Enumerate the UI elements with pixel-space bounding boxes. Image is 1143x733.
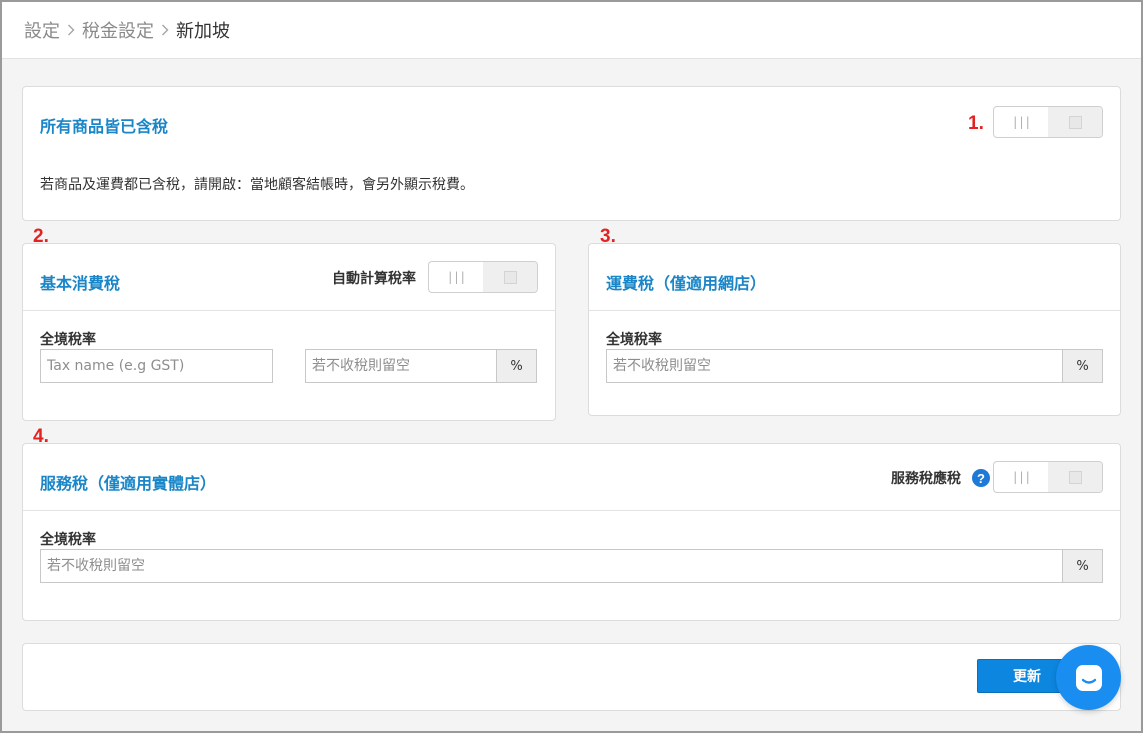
marker-1: 1. (968, 113, 984, 134)
breadcrumb-tax-settings[interactable]: 稅金設定 (82, 17, 154, 43)
card-divider (23, 310, 555, 311)
help-icon[interactable]: ? (972, 469, 990, 487)
auto-calc-label: 自動計算稅率 (332, 271, 416, 287)
chevron-right-icon (67, 24, 75, 36)
toggle-off-icon (503, 270, 517, 284)
card-divider (23, 510, 1120, 511)
tax-name-input[interactable] (40, 349, 273, 383)
toggle-off-icon (1068, 115, 1082, 129)
tax-included-toggle[interactable]: ||| (993, 106, 1103, 138)
basic-rate-label: 全境稅率 (40, 332, 96, 348)
service-rate-label: 全境稅率 (40, 532, 96, 548)
service-tax-title: 服務稅（僅適用實體店） (40, 474, 217, 493)
footer-card (22, 643, 1121, 711)
tax-included-title: 所有商品皆已含稅 (40, 117, 169, 136)
service-taxable-label: 服務稅應稅 (891, 471, 961, 487)
toggle-on-side: ||| (994, 462, 1048, 492)
percent-addon: % (496, 349, 537, 383)
toggle-off-side (483, 262, 537, 292)
auto-calc-toggle[interactable]: ||| (428, 261, 538, 293)
toggle-on-icon: ||| (1011, 115, 1032, 129)
basic-rate-input[interactable] (305, 349, 497, 383)
toggle-on-side: ||| (994, 107, 1048, 137)
toggle-off-side (1048, 107, 1102, 137)
percent-addon: % (1062, 549, 1103, 583)
service-rate-input[interactable] (40, 549, 1063, 583)
toggle-off-side (1048, 462, 1102, 492)
shipping-tax-card: 運費稅（僅適用網店） 全境稅率 % (588, 243, 1121, 416)
shipping-rate-input[interactable] (606, 349, 1063, 383)
shipping-rate-label: 全境稅率 (606, 332, 662, 348)
app-frame: 設定 稅金設定 新加坡 所有商品皆已含稅 1. ||| 若商品及運費都已含稅，請… (0, 0, 1143, 733)
shipping-tax-title: 運費稅（僅適用網店） (606, 274, 767, 293)
chat-launcher-button[interactable] (1056, 645, 1121, 710)
toggle-off-icon (1068, 470, 1082, 484)
chat-icon (1075, 664, 1102, 691)
breadcrumb-current: 新加坡 (176, 21, 230, 42)
tax-included-description: 若商品及運費都已含稅，請開啟：當地顧客結帳時，會另外顯示稅費。 (40, 177, 474, 193)
chevron-right-icon (161, 24, 169, 36)
card-divider (589, 310, 1120, 311)
toggle-on-side: ||| (429, 262, 483, 292)
basic-tax-title: 基本消費稅 (40, 274, 121, 293)
breadcrumb-settings[interactable]: 設定 (24, 17, 60, 43)
toggle-on-icon: ||| (1011, 470, 1032, 484)
tax-included-card: 所有商品皆已含稅 1. ||| 若商品及運費都已含稅，請開啟：當地顧客結帳時，會… (22, 86, 1121, 221)
service-tax-card: 服務稅（僅適用實體店） 服務稅應稅 ? ||| 全境稅率 % (22, 443, 1121, 621)
breadcrumb: 設定 稅金設定 新加坡 (24, 17, 230, 43)
top-bar: 設定 稅金設定 新加坡 (2, 2, 1141, 59)
service-taxable-toggle[interactable]: ||| (993, 461, 1103, 493)
toggle-on-icon: ||| (446, 270, 467, 284)
percent-addon: % (1062, 349, 1103, 383)
basic-tax-card: 基本消費稅 自動計算稅率 ||| 全境稅率 % (22, 243, 556, 421)
